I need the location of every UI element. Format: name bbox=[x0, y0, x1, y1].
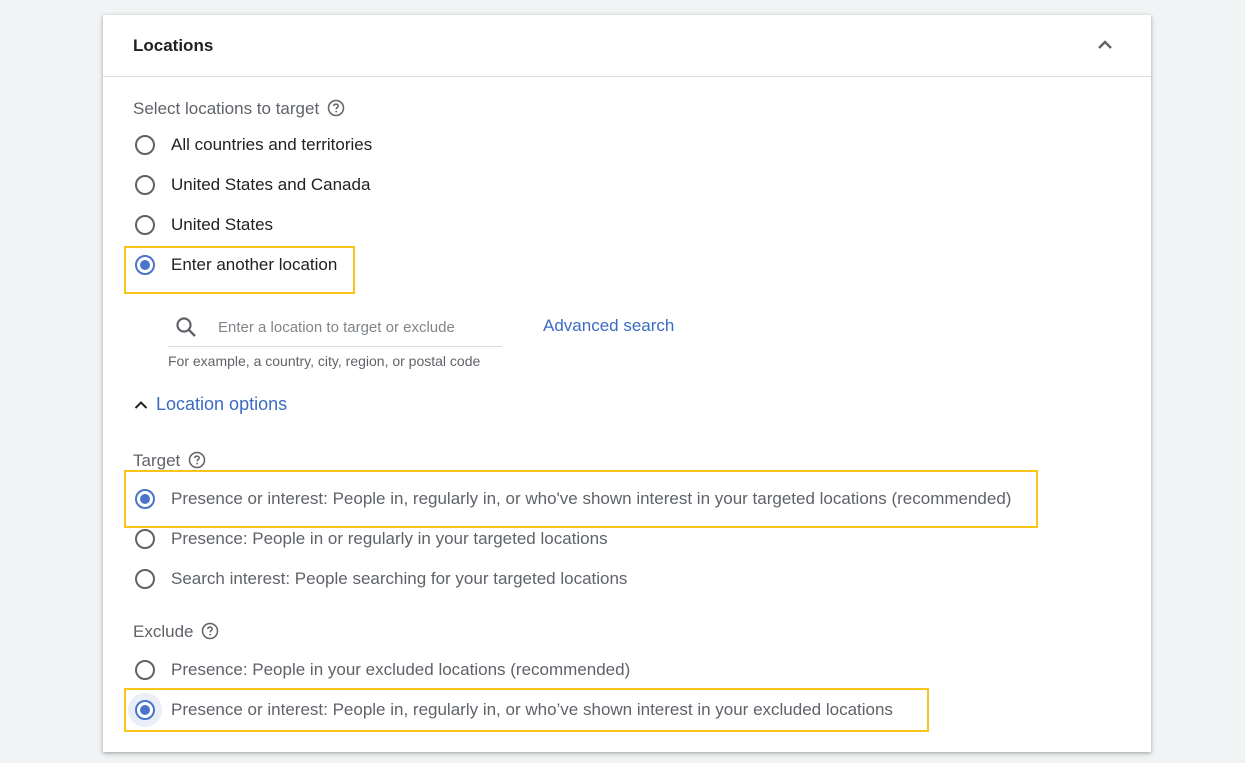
location-search bbox=[168, 310, 502, 347]
radio-label: United States bbox=[171, 215, 274, 234]
radio-button[interactable] bbox=[135, 135, 155, 155]
select-locations-label: Select locations to target bbox=[133, 99, 345, 119]
locations-card: Locations Select locations to target All… bbox=[103, 15, 1151, 752]
radio-target-presence[interactable]: Presence: People in or regularly in your… bbox=[133, 524, 608, 554]
radio-label: All countries and territories bbox=[171, 135, 373, 154]
radio-button-selected[interactable] bbox=[135, 489, 155, 509]
radio-button[interactable] bbox=[135, 660, 155, 680]
radio-all-countries[interactable]: All countries and territories bbox=[133, 130, 372, 160]
chevron-up-icon[interactable] bbox=[1095, 35, 1115, 55]
radio-label: Search interest: People searching for yo… bbox=[171, 569, 628, 588]
help-icon[interactable] bbox=[327, 99, 345, 117]
radio-label: Presence or interest: People in, regular… bbox=[171, 489, 1012, 508]
radio-button[interactable] bbox=[135, 215, 155, 235]
location-options-label: Location options bbox=[156, 394, 288, 414]
card-header: Locations bbox=[103, 15, 1151, 77]
card-title: Locations bbox=[133, 36, 214, 55]
location-options-toggle[interactable]: Location options bbox=[133, 394, 287, 415]
radio-us-and-canada[interactable]: United States and Canada bbox=[133, 170, 370, 200]
radio-button[interactable] bbox=[135, 529, 155, 549]
advanced-search-link[interactable]: Advanced search bbox=[543, 316, 674, 336]
help-icon[interactable] bbox=[188, 451, 206, 469]
radio-label: Presence: People in your excluded locati… bbox=[171, 660, 631, 679]
radio-button-selected[interactable] bbox=[135, 255, 155, 275]
radio-target-presence-or-interest[interactable]: Presence or interest: People in, regular… bbox=[133, 484, 1011, 514]
help-icon[interactable] bbox=[201, 622, 219, 640]
radio-exclude-presence-or-interest[interactable]: Presence or interest: People in, regular… bbox=[133, 695, 893, 725]
target-label-text: Target bbox=[133, 451, 181, 470]
radio-target-search-interest[interactable]: Search interest: People searching for yo… bbox=[133, 564, 627, 594]
radio-button-selected[interactable] bbox=[135, 700, 155, 720]
select-locations-label-text: Select locations to target bbox=[133, 99, 320, 118]
radio-label: United States and Canada bbox=[171, 175, 371, 194]
radio-button[interactable] bbox=[135, 569, 155, 589]
radio-label: Presence or interest: People in, regular… bbox=[171, 700, 893, 719]
radio-label: Enter another location bbox=[171, 255, 338, 274]
exclude-label-text: Exclude bbox=[133, 622, 194, 641]
radio-button[interactable] bbox=[135, 175, 155, 195]
search-icon bbox=[175, 316, 197, 338]
radio-exclude-presence[interactable]: Presence: People in your excluded locati… bbox=[133, 655, 630, 685]
target-label: Target bbox=[133, 451, 206, 471]
radio-united-states[interactable]: United States bbox=[133, 210, 273, 240]
exclude-label: Exclude bbox=[133, 622, 219, 642]
chevron-up-icon bbox=[134, 400, 148, 409]
location-search-input[interactable] bbox=[218, 316, 498, 338]
radio-label: Presence: People in or regularly in your… bbox=[171, 529, 608, 548]
radio-enter-another-location[interactable]: Enter another location bbox=[133, 250, 337, 280]
search-hint: For example, a country, city, region, or… bbox=[168, 353, 481, 369]
